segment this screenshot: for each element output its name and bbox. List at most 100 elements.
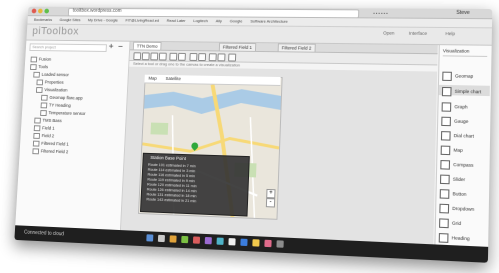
tree-item-properties[interactable]: Properties — [36, 79, 64, 86]
palette-item-gauge[interactable]: Gauge — [441, 116, 468, 127]
tree-item-heading[interactable]: TY Heading — [40, 101, 71, 109]
add-item-button[interactable]: + — [108, 41, 113, 51]
folder-icon — [30, 64, 37, 70]
palette-item-grid[interactable]: Grid — [439, 218, 461, 229]
tree-item-filtered-2[interactable]: Filtered Field 2 — [32, 147, 68, 155]
map-tab-satellite[interactable]: Satellite — [165, 76, 181, 81]
dropdown-icon — [439, 203, 450, 214]
bookmark-item[interactable]: My Drive - Google — [88, 17, 118, 25]
palette-item-graph[interactable]: Graph — [441, 102, 468, 112]
taskbar-app-icon[interactable] — [204, 236, 212, 245]
grid-icon — [439, 218, 449, 229]
chart-icon — [441, 86, 452, 97]
map-icon — [440, 145, 451, 156]
browser-user[interactable]: Steve — [456, 9, 470, 18]
palette-item-simple-chart[interactable]: Simple chart — [441, 86, 481, 97]
zoom-in-button[interactable]: + — [266, 188, 276, 199]
app-window: tooltbox.wordpress.com ▪ ▪ ▪ ▪ ▪ ▪ Steve… — [14, 6, 493, 263]
tree-item-sensor[interactable]: Loaded sensor — [33, 71, 69, 78]
undo-icon[interactable] — [189, 53, 198, 61]
file-icon — [34, 117, 41, 124]
stop-icon[interactable] — [217, 53, 226, 62]
palette-item-dropdown[interactable]: Dropdown — [439, 203, 474, 215]
header-link-interface[interactable]: Interface — [409, 31, 427, 36]
palette-item-compass[interactable]: Compass — [440, 160, 474, 170]
palette-item-geomap[interactable]: Geomap — [442, 71, 473, 82]
tree-item-filtered-1[interactable]: Filtered Field 1 — [32, 140, 69, 148]
project-sidebar — [14, 40, 131, 246]
bookmark-item[interactable]: Read Later — [166, 17, 186, 25]
palette-item-map[interactable]: Map — [440, 145, 463, 156]
tree-item-fusion[interactable]: Fusion — [30, 56, 52, 63]
palette-item-dial-chart[interactable]: Dial chart — [440, 131, 474, 141]
palette-title: Visualization — [442, 48, 470, 54]
taskbar-app-icon[interactable] — [216, 237, 224, 245]
map-tab-map[interactable]: Map — [148, 76, 157, 81]
tree-item-temperature[interactable]: Temperature sensor — [40, 109, 86, 117]
taskbar-app-icon[interactable] — [228, 238, 236, 246]
filter-icon — [32, 140, 40, 147]
taskbar-app-icon[interactable] — [276, 240, 284, 248]
tree-item-tools[interactable]: Tools — [30, 63, 48, 70]
compass-icon — [440, 160, 451, 170]
app-logo: piToolbox — [32, 25, 80, 38]
palette-item-heading[interactable]: Heading — [438, 233, 470, 244]
filter-icon — [32, 148, 40, 155]
bookmark-item[interactable]: Google — [230, 17, 243, 25]
sensor-icon — [33, 71, 40, 78]
tab-filtered-field-2[interactable]: Filtered Field 2 — [277, 43, 316, 52]
bookmark-item[interactable]: Software Architecture — [250, 18, 288, 26]
taskbar-app-icon[interactable] — [146, 234, 154, 242]
taskbar-app-icon[interactable] — [181, 235, 189, 244]
taskbar-app-icon[interactable] — [192, 236, 201, 244]
bookmark-item[interactable]: Google Sites — [59, 16, 80, 24]
paste-icon[interactable] — [177, 52, 186, 61]
tree-item-field-2[interactable]: Field 2 — [33, 132, 54, 139]
open-icon[interactable] — [141, 52, 150, 61]
settings-icon[interactable] — [228, 53, 237, 62]
palette-item-slider[interactable]: Slider — [439, 174, 465, 185]
slider-icon — [439, 174, 450, 185]
thermometer-icon — [40, 109, 47, 116]
header-link-help[interactable]: Help — [445, 31, 455, 36]
chart-icon — [35, 86, 43, 93]
tab-ttn-demo[interactable]: TTN Demo — [132, 41, 162, 50]
map-icon — [41, 94, 48, 101]
map-icon — [442, 71, 452, 81]
heading-icon — [438, 233, 449, 243]
tab-filtered-field-1[interactable]: Filtered Field 1 — [218, 42, 257, 51]
taskbar-app-icon[interactable] — [264, 239, 272, 248]
remove-item-button[interactable]: − — [118, 42, 123, 52]
bookmark-item[interactable]: Logitech — [193, 17, 208, 25]
taskbar-app-icon[interactable] — [157, 234, 165, 243]
heading-icon — [40, 102, 48, 109]
zoom-out-button[interactable]: - — [265, 198, 276, 208]
folder-icon — [30, 56, 38, 63]
copy-icon[interactable] — [169, 52, 178, 61]
taskbar-app-icon[interactable] — [240, 238, 248, 247]
bookmark-item[interactable]: Bookmarks — [34, 16, 53, 24]
tree-item-visualization[interactable]: Visualization — [35, 86, 68, 93]
gauge-icon — [441, 116, 451, 127]
play-icon[interactable] — [208, 53, 217, 62]
browser-extension-icons[interactable]: ▪ ▪ ▪ ▪ ▪ ▪ — [373, 9, 435, 16]
tree-item-field-1[interactable]: Field 1 — [33, 124, 55, 132]
bookmark-item[interactable]: Ally — [216, 17, 223, 25]
taskbar-app-icon[interactable] — [252, 239, 260, 247]
tree-item-geomap[interactable]: Geomap flare.app — [41, 94, 83, 102]
graph-icon — [441, 102, 452, 112]
redo-icon[interactable] — [198, 53, 207, 62]
address-url: tooltbox.wordpress.com — [72, 7, 122, 14]
bookmark-item[interactable]: FIT@LivingRead.ed — [125, 17, 159, 25]
save-icon[interactable] — [150, 52, 159, 61]
tree-item-tms[interactable]: TMS Bass — [34, 117, 62, 124]
cut-icon[interactable] — [158, 52, 167, 61]
button-icon — [439, 189, 450, 199]
palette-item-button[interactable]: Button — [439, 189, 467, 199]
properties-icon — [36, 79, 44, 86]
taskbar-app-icon[interactable] — [169, 235, 177, 243]
new-icon[interactable] — [133, 52, 142, 61]
project-search-input[interactable]: Search project — [29, 43, 107, 52]
dial-icon — [440, 131, 451, 141]
header-link-open[interactable]: Open — [383, 30, 394, 35]
